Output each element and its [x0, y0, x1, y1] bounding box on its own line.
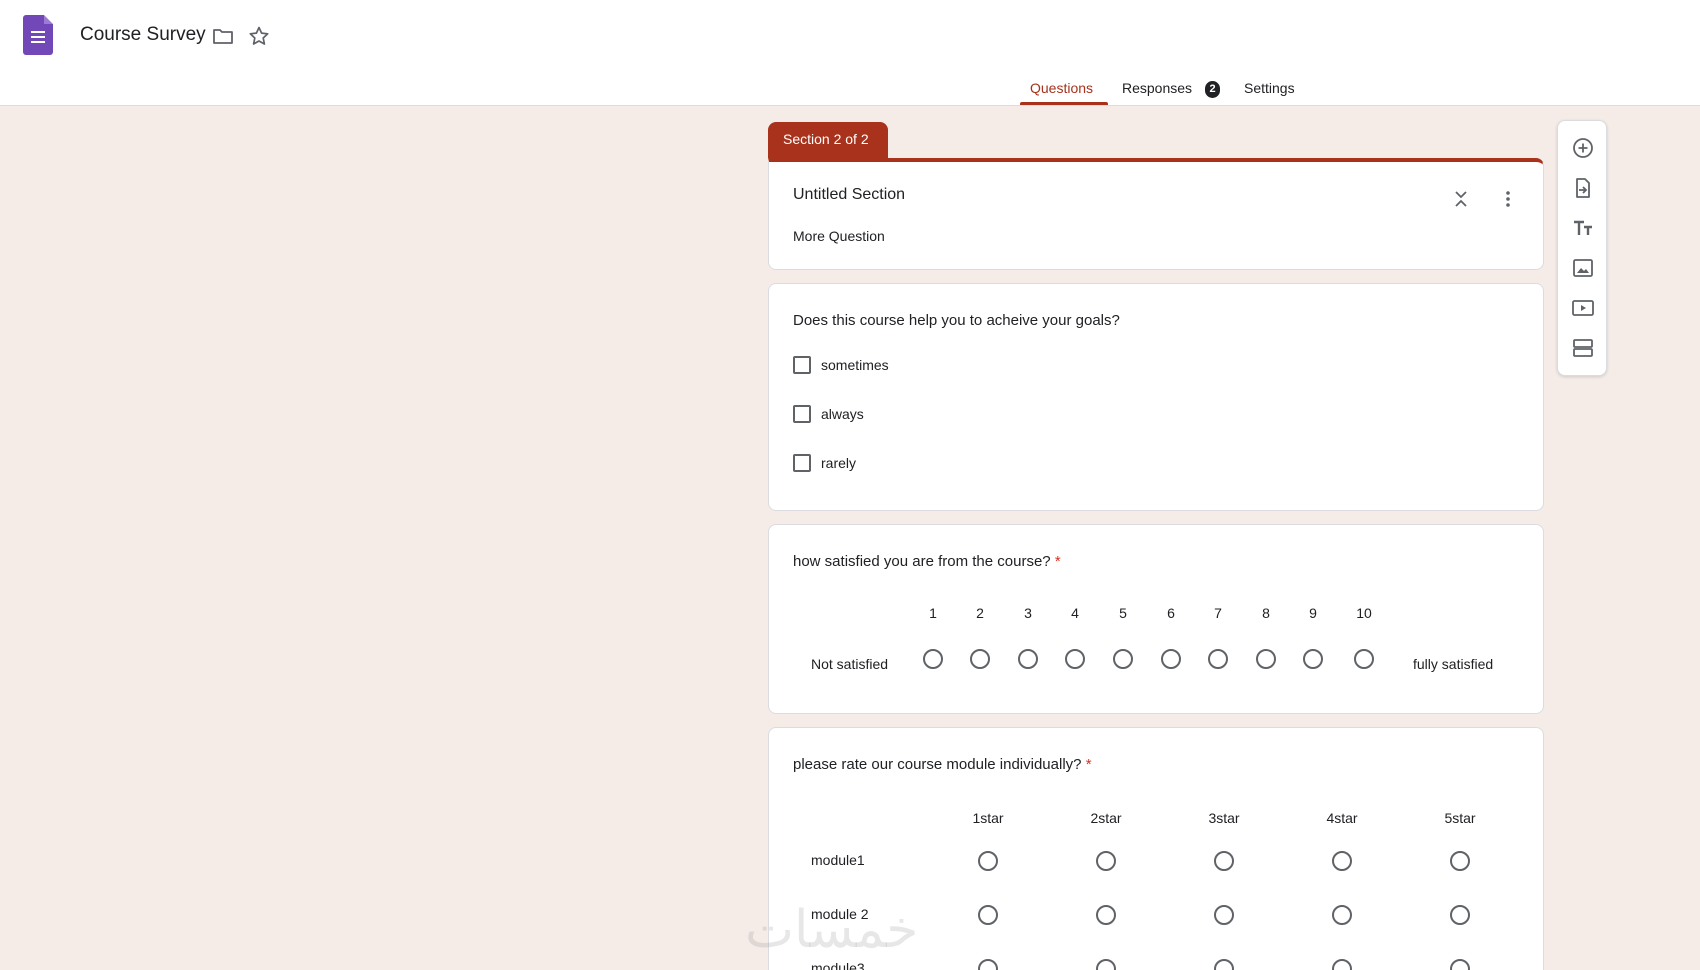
section-title[interactable]: Untitled Section: [793, 186, 905, 204]
scale-radio-1[interactable]: [923, 649, 943, 669]
scale-number-label: 1: [929, 605, 937, 621]
section-header-card[interactable]: Untitled Section More Question: [768, 158, 1544, 270]
scale-radio-6[interactable]: [1161, 649, 1181, 669]
option-label: always: [821, 406, 864, 422]
scale-radio-4[interactable]: [1065, 649, 1085, 669]
grid-column-header: 1star: [972, 810, 1004, 826]
scale-number-label: 9: [1309, 605, 1317, 621]
checkbox[interactable]: [793, 405, 811, 423]
grid-radio[interactable]: [1450, 851, 1470, 871]
folder-icon[interactable]: [211, 24, 235, 48]
scale-high-label: fully satisfied: [1413, 656, 1494, 672]
scale-radio-8[interactable]: [1256, 649, 1276, 669]
scale-radio-9[interactable]: [1303, 649, 1323, 669]
required-asterisk: *: [1054, 553, 1061, 570]
grid-radio[interactable]: [1450, 959, 1470, 970]
grid-column-header: 2star: [1090, 810, 1122, 826]
scale-radio-5[interactable]: [1113, 649, 1133, 669]
question-title: please rate our course module individual…: [793, 756, 1092, 773]
grid-radio[interactable]: [1450, 905, 1470, 925]
scale-number-label: 5: [1119, 605, 1127, 621]
add-question-icon[interactable]: [1571, 136, 1595, 160]
document-title[interactable]: Course Survey: [80, 24, 206, 46]
add-title-icon[interactable]: [1571, 216, 1595, 240]
grid-radio[interactable]: [1214, 851, 1234, 871]
active-tab-indicator: [1020, 102, 1108, 105]
required-asterisk: *: [1085, 756, 1092, 773]
scale-number-label: 10: [1356, 605, 1372, 621]
grid-radio[interactable]: [1096, 905, 1116, 925]
scale-number-label: 8: [1262, 605, 1270, 621]
question-title-text: please rate our course module individual…: [793, 756, 1082, 773]
grid-radio[interactable]: [1214, 905, 1234, 925]
checkbox[interactable]: [793, 356, 811, 374]
star-icon[interactable]: [247, 24, 271, 48]
import-questions-icon[interactable]: [1571, 176, 1595, 200]
app-header: Course Survey Questions Responses 2 Sett…: [0, 0, 1700, 106]
tab-responses[interactable]: Responses: [1122, 80, 1192, 96]
question-card-satisfaction[interactable]: how satisfied you are from the course? *…: [768, 524, 1544, 714]
grid-column-header: 4star: [1326, 810, 1358, 826]
scale-radio-10[interactable]: [1354, 649, 1374, 669]
grid-radio[interactable]: [1214, 959, 1234, 970]
checkbox[interactable]: [793, 454, 811, 472]
grid-row-label: module1: [811, 852, 865, 868]
section-badge: Section 2 of 2: [768, 122, 888, 158]
floating-toolbar: [1557, 120, 1607, 376]
scale-low-label: Not satisfied: [811, 656, 889, 672]
collapse-section-icon[interactable]: [1450, 188, 1472, 210]
grid-radio[interactable]: [1332, 851, 1352, 871]
question-card-goals[interactable]: Does this course help you to acheive you…: [768, 283, 1544, 511]
grid-radio[interactable]: [1332, 905, 1352, 925]
scale-number-label: 4: [1071, 605, 1079, 621]
section-description[interactable]: More Question: [793, 228, 885, 244]
scale-number-label: 7: [1214, 605, 1222, 621]
scale-radio-7[interactable]: [1208, 649, 1228, 669]
grid-radio[interactable]: [1096, 959, 1116, 970]
more-options-icon[interactable]: [1497, 188, 1519, 210]
grid-column-header: 3star: [1208, 810, 1240, 826]
grid-radio[interactable]: [978, 851, 998, 871]
scale-number-label: 3: [1024, 605, 1032, 621]
tab-settings[interactable]: Settings: [1244, 80, 1295, 96]
scale-number-label: 6: [1167, 605, 1175, 621]
grid-radio[interactable]: [978, 959, 998, 970]
watermark: خمسات: [745, 900, 919, 960]
option-label: sometimes: [821, 357, 889, 373]
grid-radio[interactable]: [1096, 851, 1116, 871]
add-video-icon[interactable]: [1571, 296, 1595, 320]
grid-row-label: module3: [811, 960, 865, 970]
question-title: how satisfied you are from the course? *: [793, 553, 1061, 570]
responses-count-badge: 2: [1205, 81, 1220, 98]
question-title-text: how satisfied you are from the course?: [793, 553, 1051, 570]
forms-logo-icon[interactable]: [23, 15, 53, 55]
add-image-icon[interactable]: [1571, 256, 1595, 280]
scale-radio-3[interactable]: [1018, 649, 1038, 669]
grid-radio[interactable]: [1332, 959, 1352, 970]
tab-questions[interactable]: Questions: [1030, 80, 1093, 96]
scale-number-label: 2: [976, 605, 984, 621]
option-label: rarely: [821, 455, 857, 471]
add-section-icon[interactable]: [1571, 336, 1595, 360]
grid-radio[interactable]: [978, 905, 998, 925]
grid-column-header: 5star: [1444, 810, 1476, 826]
question-title: Does this course help you to acheive you…: [793, 312, 1120, 329]
scale-radio-2[interactable]: [970, 649, 990, 669]
